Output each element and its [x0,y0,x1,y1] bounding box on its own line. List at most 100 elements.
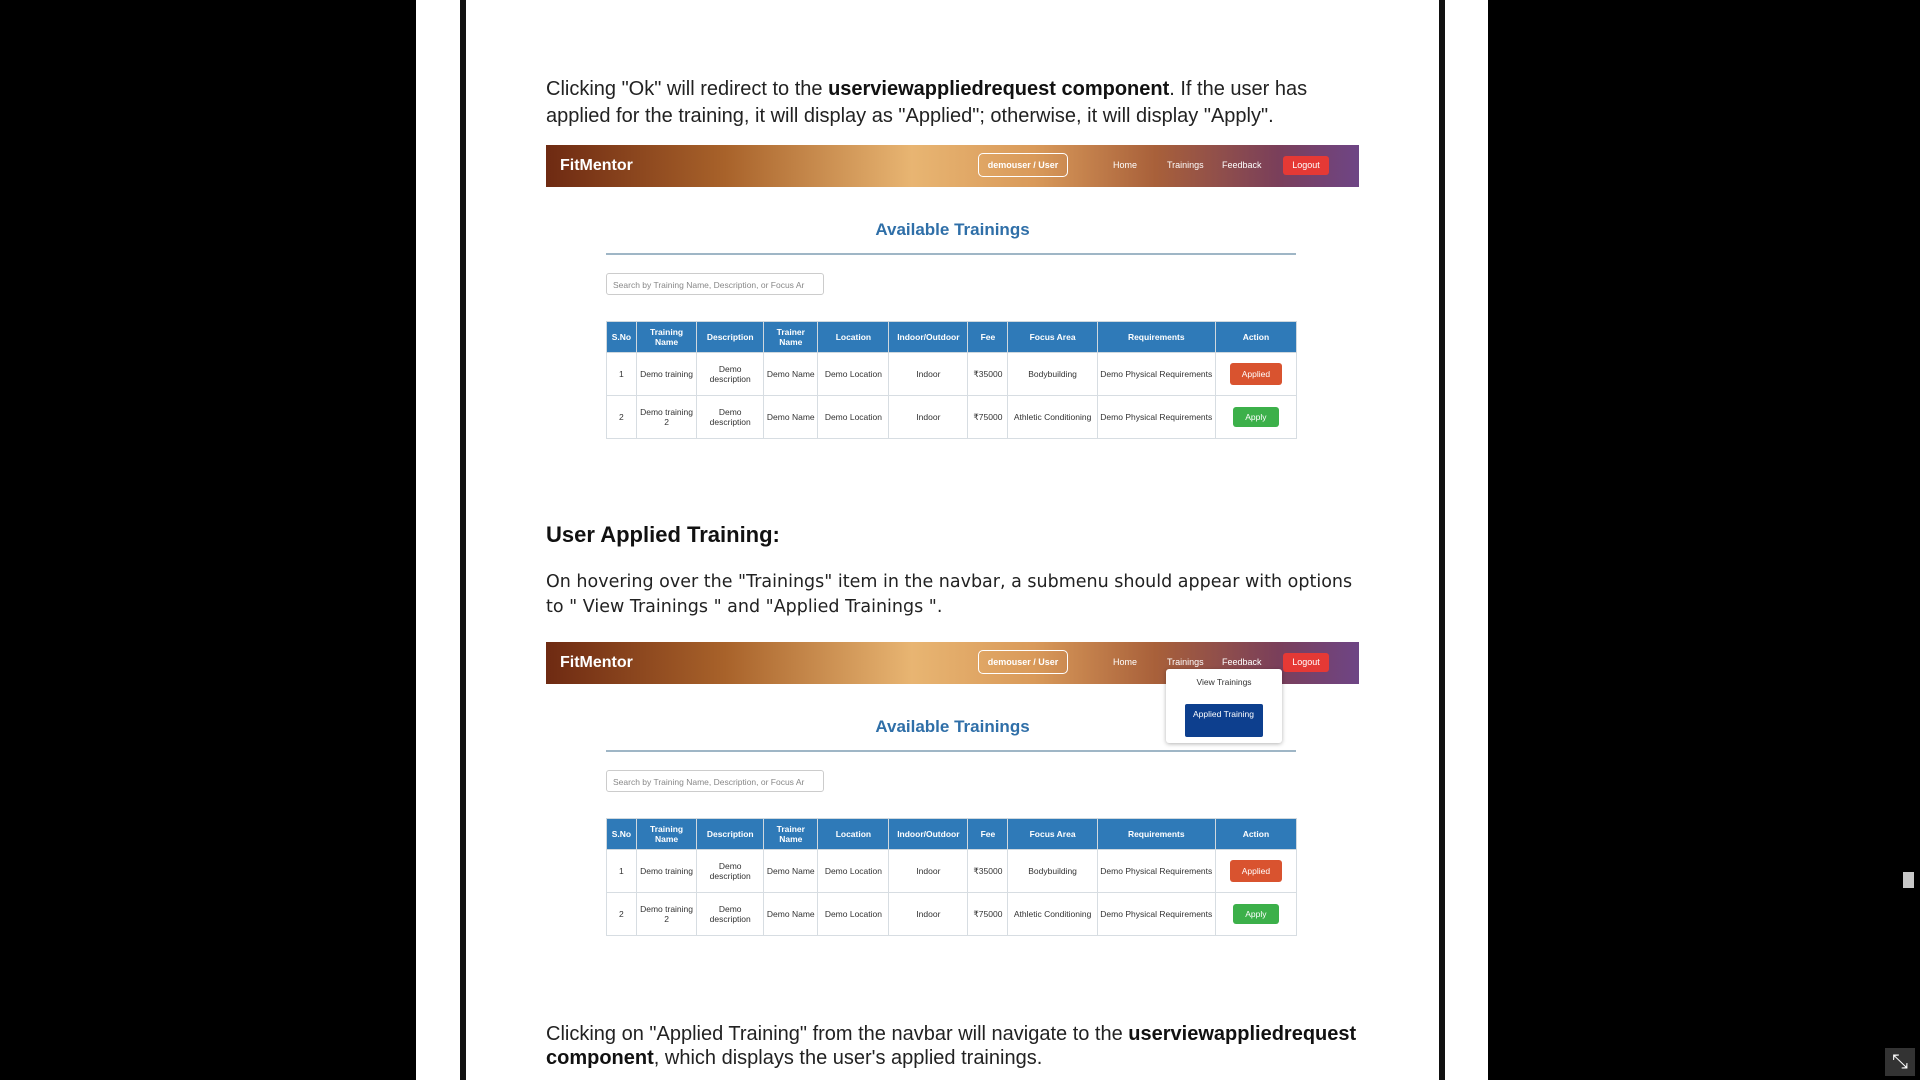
nav-trainings: Trainings [1167,160,1204,170]
cell-sno: 1 [606,352,637,396]
col-header: Training Name [635,321,698,353]
col-header: Requirements [1096,818,1216,850]
cell-trainer: Demo Name [763,892,819,936]
table-row: 2 Demo training 2 Demo description Demo … [606,892,1298,936]
cell-name: Demo training 2 [635,892,698,936]
apply-button: Apply [1232,904,1279,924]
col-header: Focus Area [1007,818,1098,850]
page-title: Available Trainings [875,220,1030,239]
col-header: Location [817,321,890,353]
cell-action: Applied [1214,849,1298,893]
apply-button: Apply [1232,407,1279,427]
paragraph-redirect: Clicking "Ok" will redirect to the userv… [546,76,1361,130]
submenu-view-trainings: View Trainings [1196,677,1252,687]
col-header: Indoor/Outdoor [888,818,969,850]
cell-fee: ₹75000 [967,395,1009,439]
col-header: Action [1214,321,1298,353]
cell-trainer: Demo Name [763,395,819,439]
col-header: Indoor/Outdoor [888,321,969,353]
cell-requirements: Demo Physical Requirements [1096,849,1216,893]
cell-action: Applied [1214,352,1298,396]
nav-feedback: Feedback [1222,657,1262,667]
cell-fee: ₹35000 [967,849,1009,893]
nav-feedback: Feedback [1222,160,1262,170]
col-header: Description [696,321,765,353]
navbar: FitMentor demouser / User Home Trainings… [546,145,1359,187]
cell-fee: ₹35000 [967,352,1009,396]
cell-location: Demo Location [817,395,890,439]
paragraph-hover: On hovering over the "Trainings" item in… [546,572,1353,617]
component-name: userviewappliedrequest component [828,78,1170,100]
logout-button: Logout [1283,653,1329,672]
cell-location: Demo Location [817,849,890,893]
col-header: Focus Area [1007,321,1098,353]
cell-name: Demo training [635,849,698,893]
title-divider [606,750,1296,752]
screenshot-trainings-submenu: FitMentor demouser / User Home Trainings… [546,642,1359,992]
applied-button: Applied [1229,860,1282,882]
user-pill: demouser / User [978,153,1068,177]
exit-fullscreen-icon[interactable]: ⤡ [1885,1048,1915,1076]
search-input: Search by Training Name, Description, or… [606,273,824,295]
cell-name: Demo training 2 [635,395,698,439]
cell-location: Demo Location [817,892,890,936]
logout-button: Logout [1283,156,1329,175]
trainings-table: S.No Training Name Description Trainer N… [606,818,1298,936]
cell-action: Apply [1214,395,1298,439]
section-heading: User Applied Training: [546,522,780,547]
trainings-submenu: View Trainings Applied Training [1166,669,1282,743]
col-header: Trainer Name [763,818,819,850]
cell-focus: Athletic Conditioning [1007,892,1098,936]
nav-home: Home [1113,160,1138,170]
paragraph-applied-navigation: Clicking on "Applied Training" from the … [546,1022,1361,1070]
col-header: Training Name [635,818,698,850]
cell-fee: ₹75000 [967,892,1009,936]
cell-requirements: Demo Physical Requirements [1096,892,1216,936]
table-row: 1 Demo training Demo description Demo Na… [606,352,1298,396]
cell-description: Demo description [696,395,765,439]
cell-description: Demo description [696,892,765,936]
paragraph-text: , which displays the user's applied trai… [653,1047,1043,1069]
cell-indoor-outdoor: Indoor [888,892,969,936]
cell-focus: Athletic Conditioning [1007,395,1098,439]
cell-indoor-outdoor: Indoor [888,395,969,439]
col-header: S.No [606,321,637,353]
cell-trainer: Demo Name [763,849,819,893]
user-pill: demouser / User [978,650,1068,674]
search-input: Search by Training Name, Description, or… [606,770,824,792]
cell-name: Demo training [635,352,698,396]
table-row: 1 Demo training Demo description Demo Na… [606,849,1298,893]
cell-sno: 2 [606,892,637,936]
cell-action: Apply [1214,892,1298,936]
brand-logo: FitMentor [560,157,633,174]
col-header: Description [696,818,765,850]
scrollbar-thumb[interactable] [1903,872,1914,888]
table-row: 2 Demo training 2 Demo description Demo … [606,395,1298,439]
document-page: Clicking "Ok" will redirect to the userv… [466,0,1439,1080]
cell-description: Demo description [696,849,765,893]
trainings-table: S.No Training Name Description Trainer N… [606,321,1298,439]
col-header: S.No [606,818,637,850]
cell-trainer: Demo Name [763,352,819,396]
cell-location: Demo Location [817,352,890,396]
cell-sno: 1 [606,849,637,893]
col-header: Trainer Name [763,321,819,353]
title-divider [606,253,1296,255]
applied-button: Applied [1229,363,1282,385]
nav-home: Home [1113,657,1138,667]
nav-trainings: Trainings [1167,657,1204,667]
col-header: Requirements [1096,321,1216,353]
submenu-applied-training: Applied Training [1185,704,1263,737]
paragraph-text: Clicking on "Applied Training" from the … [546,1023,1129,1045]
cell-focus: Bodybuilding [1007,352,1098,396]
cell-indoor-outdoor: Indoor [888,849,969,893]
cell-requirements: Demo Physical Requirements [1096,352,1216,396]
col-header: Fee [967,321,1009,353]
cell-indoor-outdoor: Indoor [888,352,969,396]
cell-description: Demo description [696,352,765,396]
col-header: Action [1214,818,1298,850]
col-header: Location [817,818,890,850]
page-border-right [1439,0,1445,1080]
paragraph-text: Clicking "Ok" will redirect to the [546,78,829,100]
screenshot-available-trainings: FitMentor demouser / User Home Trainings… [546,145,1359,495]
